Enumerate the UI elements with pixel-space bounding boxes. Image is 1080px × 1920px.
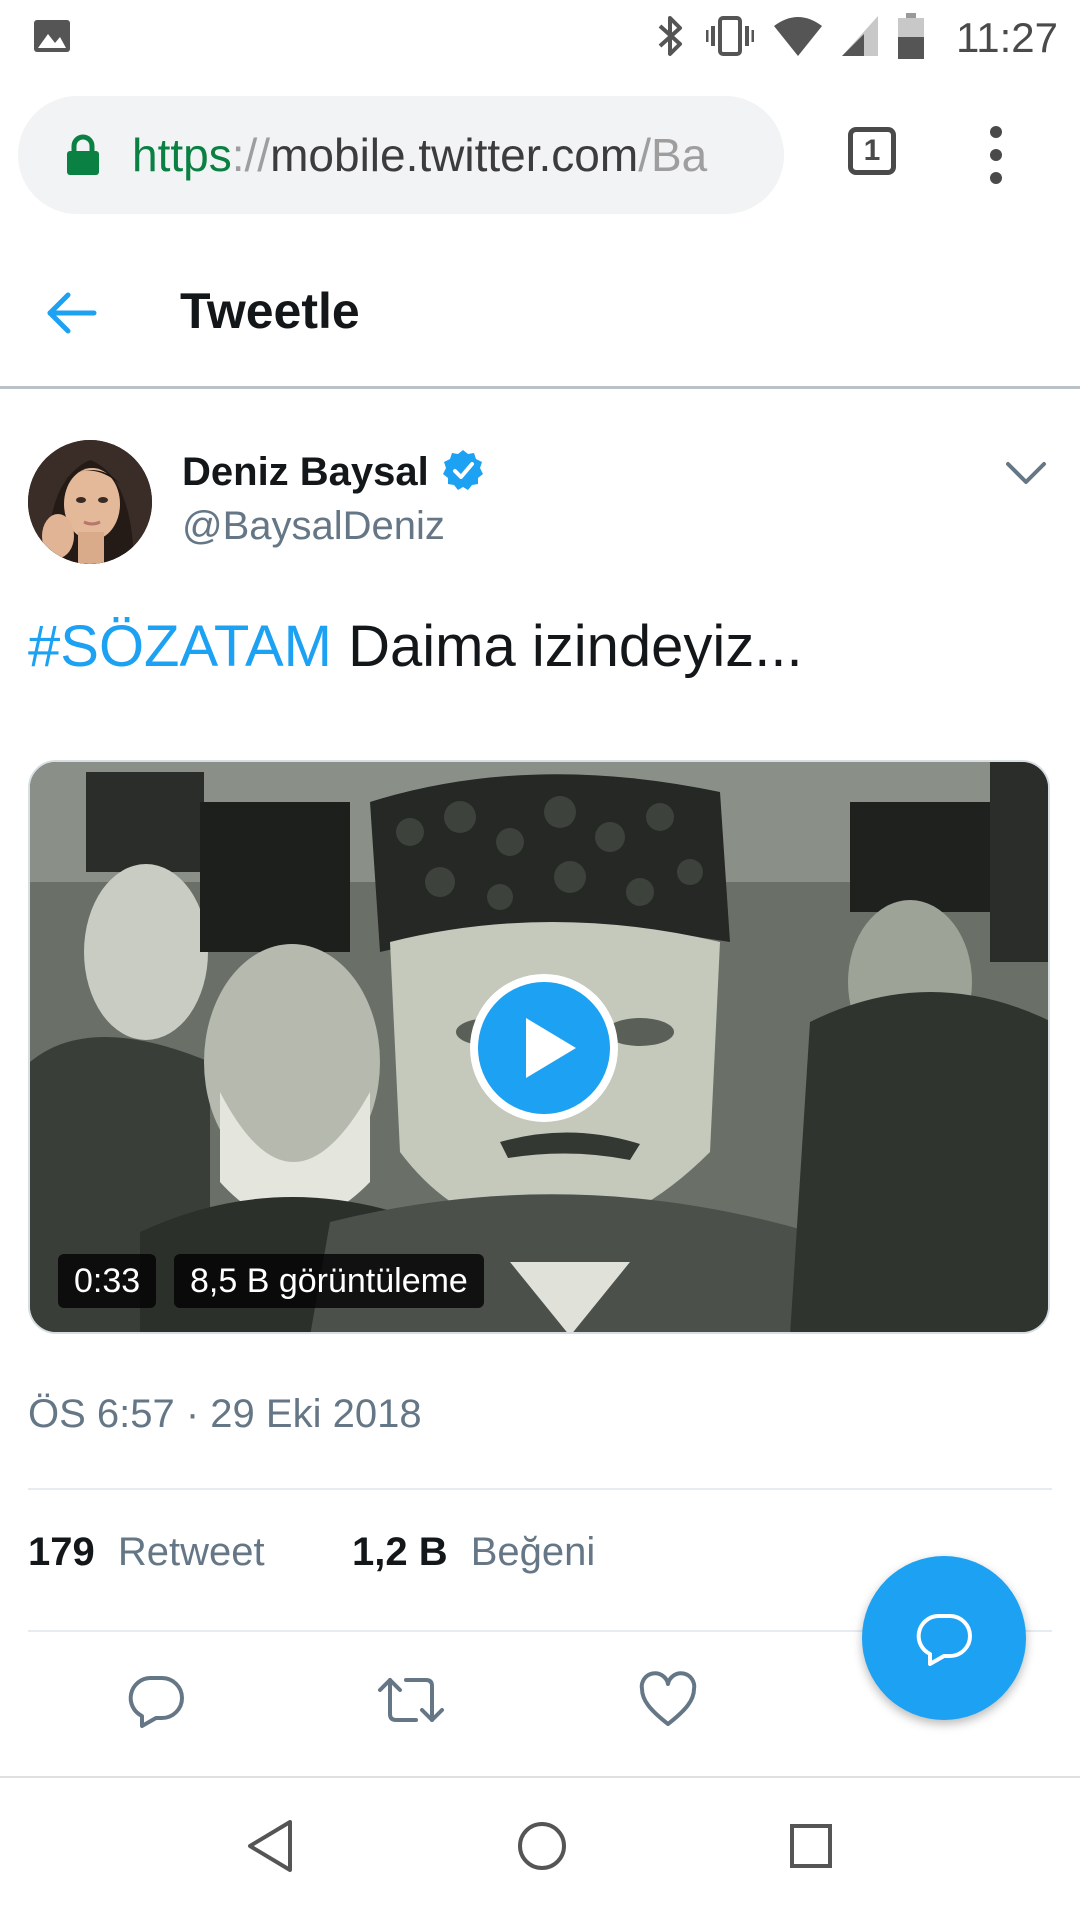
url-separator: :// [231,129,271,181]
url-text: https://mobile.twitter.com/Ba [132,126,772,184]
hashtag-link[interactable]: #SÖZATAM [28,614,332,679]
lock-icon [66,134,100,181]
clock: 11:27 [956,14,1058,61]
video-duration-badge: 0:33 [58,1254,157,1308]
video-player[interactable]: 0:33 8,5 B görüntüleme [28,760,1050,1334]
chevron-down-icon [1006,462,1046,484]
retweet-icon[interactable] [376,1670,446,1735]
tweet-timestamp[interactable]: ÖS 6:57 · 29 Eki 2018 [28,1392,422,1437]
status-bar: 11:27 [0,0,1080,76]
play-button[interactable] [470,974,618,1122]
vibrate-icon [705,14,755,63]
tweet-body: Daima izindeyiz... [332,614,803,679]
likes-stat[interactable]: 1,2 B Beğeni [352,1530,595,1575]
avatar-image [28,440,152,564]
screen: 11:27 https://mobile.twitter.com/Ba 1 Tw… [0,0,1080,1920]
avatar[interactable] [28,440,152,564]
divider [28,1488,1052,1490]
overflow-menu-button[interactable] [980,120,1012,190]
verified-badge-icon [441,448,485,497]
back-button[interactable] [44,288,100,338]
image-icon [32,16,72,61]
author-name-row[interactable]: Deniz Baysal [182,448,485,497]
reply-bubble-icon [916,1614,972,1666]
nav-home-icon[interactable] [514,1818,570,1879]
battery-icon [898,12,924,64]
reply-icon[interactable] [126,1670,186,1735]
nav-back-icon[interactable] [244,1818,296,1879]
arrow-left-icon [47,292,97,334]
display-name: Deniz Baysal [182,450,429,494]
retweets-count: 179 [28,1530,95,1574]
cell-signal-icon [842,15,878,61]
tab-switcher-button[interactable]: 1 [848,127,896,175]
tweet-options-button[interactable] [1004,458,1048,488]
play-icon [526,1018,576,1078]
more-vert-icon [990,126,1002,184]
bluetooth-icon [656,14,686,63]
nav-recents-icon[interactable] [786,1818,836,1879]
user-handle[interactable]: @BaysalDeniz [182,504,445,549]
url-bar[interactable]: https://mobile.twitter.com/Ba [18,96,784,214]
system-nav-bar [0,1776,1080,1920]
compose-reply-fab[interactable] [862,1556,1026,1720]
retweets-stat[interactable]: 179 Retweet [28,1530,265,1575]
like-heart-icon[interactable] [638,1670,698,1735]
url-host: mobile.twitter.com [270,129,639,181]
video-views-badge: 8,5 B görüntüleme [174,1254,484,1308]
url-scheme: https [132,129,232,181]
page-title: Tweetle [180,283,360,339]
browser-toolbar: https://mobile.twitter.com/Ba 1 [0,76,1080,243]
tweet-text: #SÖZATAM Daima izindeyiz... [28,610,803,684]
likes-count: 1,2 B [352,1530,448,1574]
likes-label: Beğeni [470,1530,596,1574]
url-path: /Ba [638,129,708,181]
page-header: Tweetle [0,240,1080,389]
url-fade [704,96,784,214]
retweets-label: Retweet [117,1530,265,1574]
tab-count: 1 [863,134,881,167]
wifi-icon [774,16,822,61]
